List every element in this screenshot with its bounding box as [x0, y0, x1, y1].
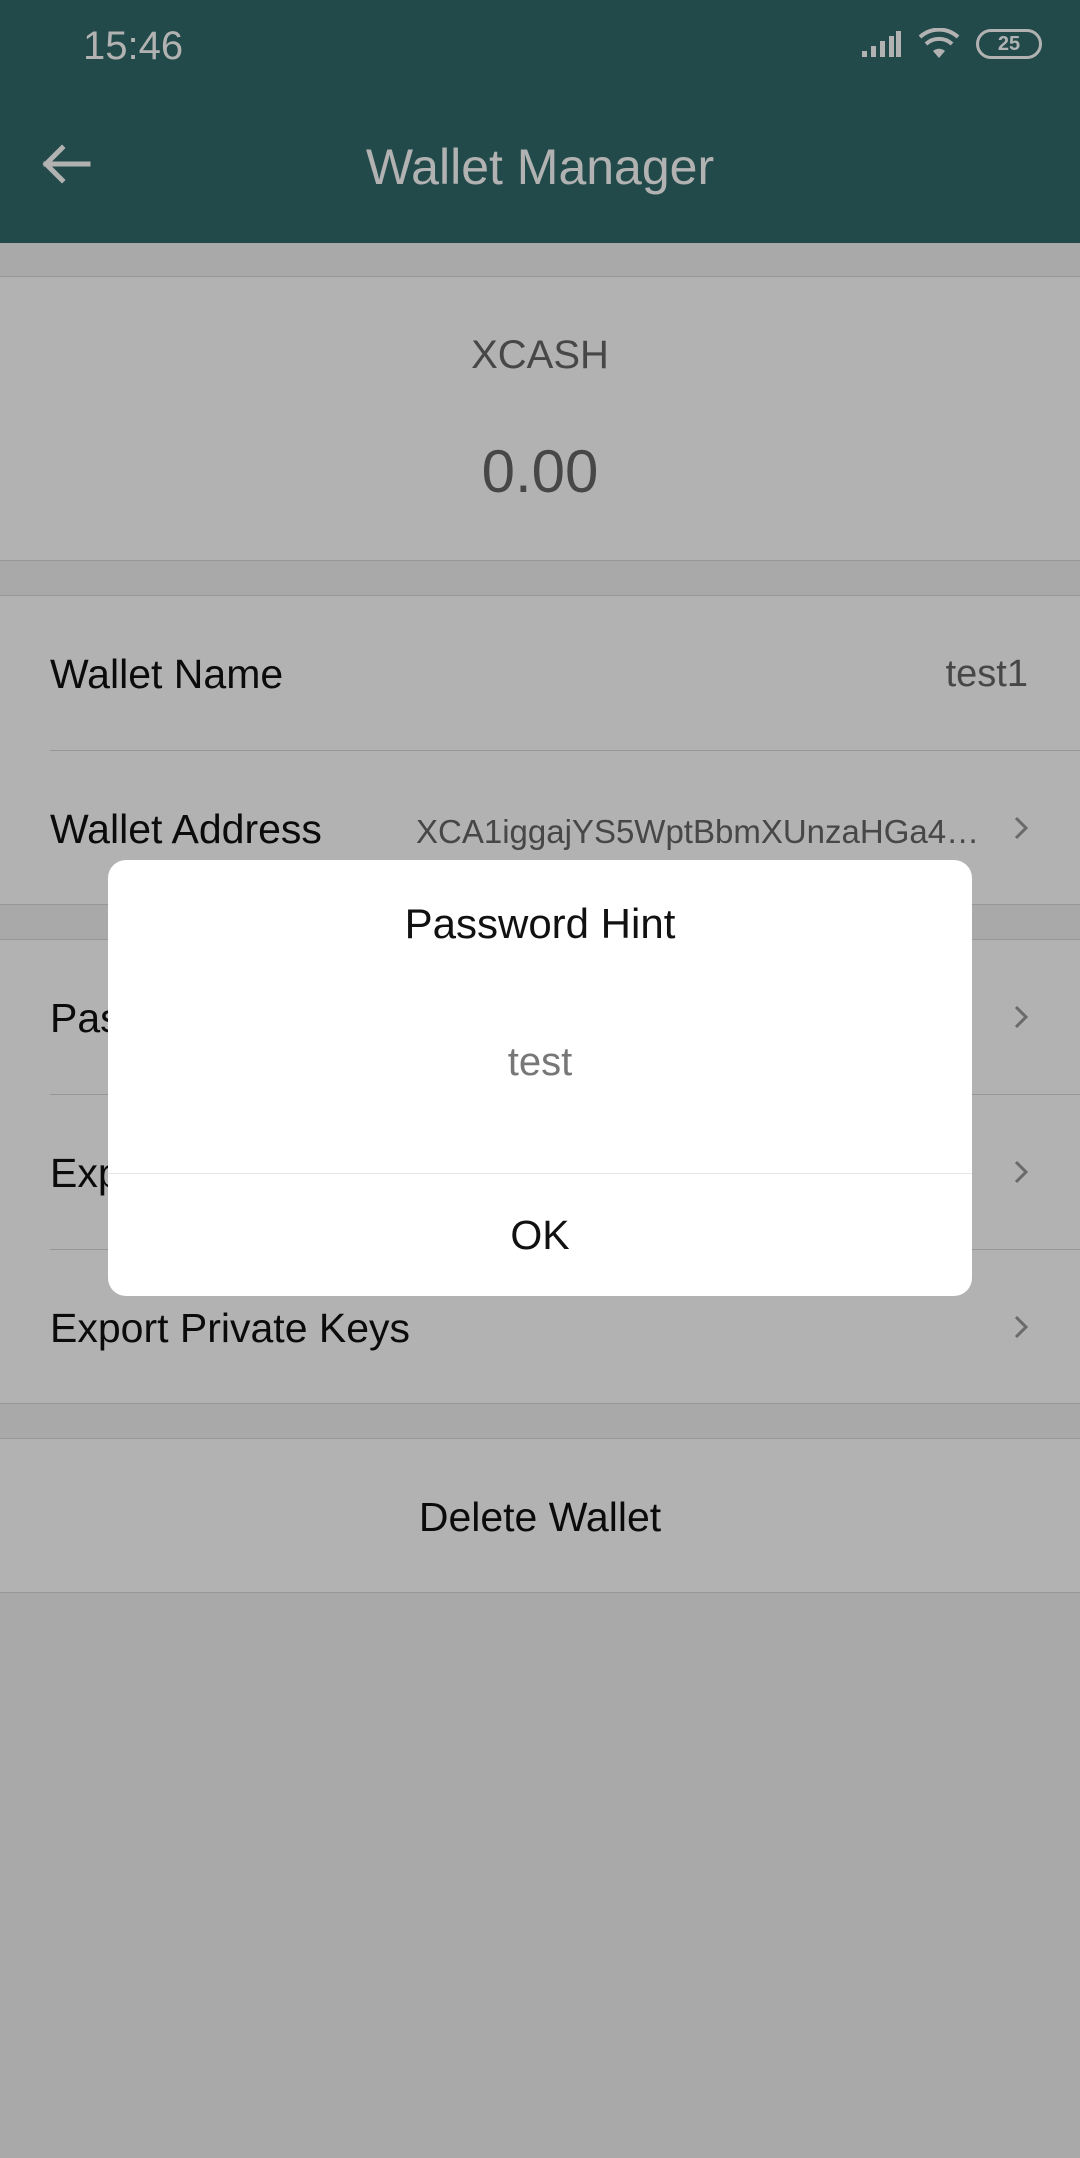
- dialog-title: Password Hint: [404, 900, 676, 947]
- password-hint-dialog: Password Hint test OK: [108, 860, 972, 1296]
- ok-button[interactable]: OK: [108, 1174, 972, 1296]
- dialog-message: test: [507, 1040, 573, 1084]
